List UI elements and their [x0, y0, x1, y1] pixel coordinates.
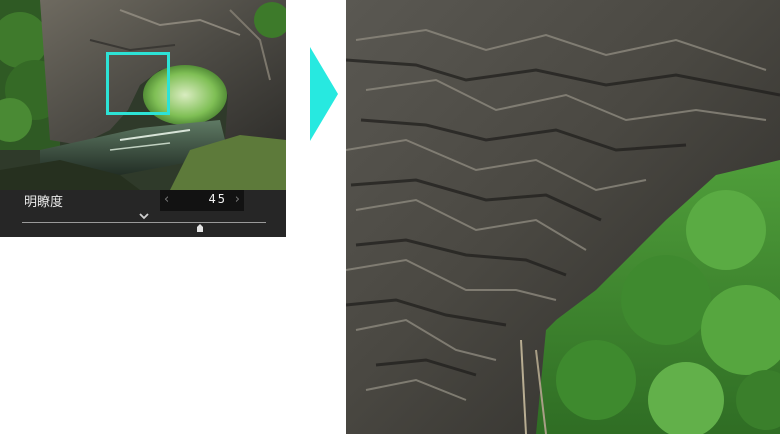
- zoomed-image: [346, 0, 780, 434]
- rock-closeup: [346, 0, 780, 434]
- clarity-slider-track[interactable]: [22, 222, 266, 223]
- clarity-slider-thumb[interactable]: [196, 224, 204, 232]
- focus-frame: [106, 52, 170, 115]
- preview-image: [0, 0, 286, 190]
- clarity-value: 45: [208, 192, 227, 206]
- chevron-down-icon[interactable]: [138, 212, 150, 220]
- chevron-right-icon[interactable]: ›: [235, 192, 240, 207]
- clarity-control-panel: 明瞭度 ‹ 45 ›: [0, 190, 286, 237]
- arrow-right-icon: [310, 47, 338, 141]
- clarity-stepper[interactable]: ‹ 45 ›: [160, 190, 244, 211]
- clarity-label: 明瞭度: [24, 195, 64, 210]
- chevron-left-icon[interactable]: ‹: [164, 192, 169, 207]
